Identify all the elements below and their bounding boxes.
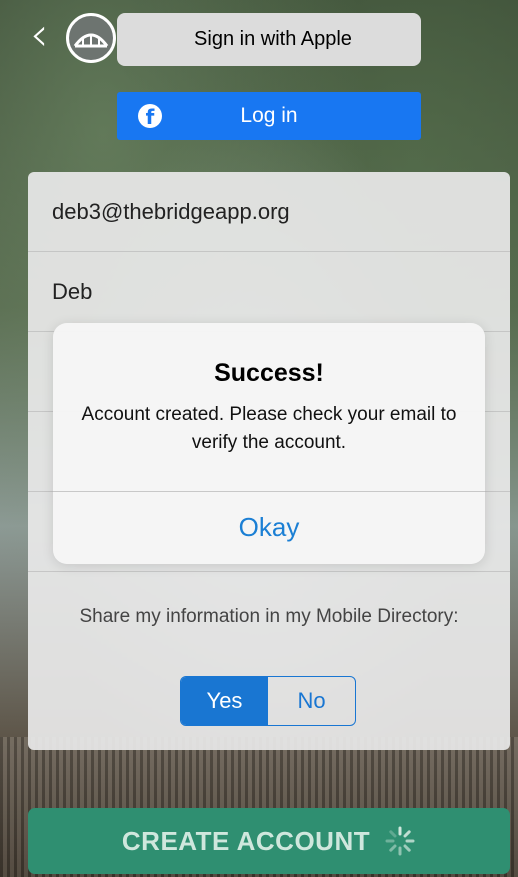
alert-message: Account created. Please check your email… xyxy=(81,404,457,453)
chevron-left-icon[interactable]: ‹ xyxy=(30,11,66,58)
share-directory-toggle[interactable]: Yes No xyxy=(180,676,356,726)
create-account-label: CREATE ACCOUNT xyxy=(121,825,371,856)
share-yes-option[interactable]: Yes xyxy=(181,677,268,725)
share-directory-label: Share my information in my Mobile Direct… xyxy=(79,606,459,627)
bridge-logo-icon xyxy=(66,13,116,63)
apple-button-label: Sign in with Apple xyxy=(194,28,352,50)
okay-button[interactable]: Okay xyxy=(53,492,485,564)
email-field[interactable]: deb3@thebridgeapp.org xyxy=(28,172,510,252)
sign-in-with-apple-button[interactable]: Sign in with Apple xyxy=(117,13,421,66)
first-name-field[interactable]: Deb xyxy=(28,252,510,332)
create-account-button[interactable]: CREATE ACCOUNT xyxy=(28,808,510,874)
first-name-value: Deb xyxy=(52,278,93,304)
loading-spinner-icon xyxy=(385,826,415,856)
facebook-button-label: Log in xyxy=(240,104,298,127)
share-no-option[interactable]: No xyxy=(268,677,355,725)
facebook-login-button[interactable]: f Log in xyxy=(117,92,421,140)
alert-title: Success! xyxy=(214,359,324,387)
email-value: deb3@thebridgeapp.org xyxy=(52,198,290,224)
success-alert: Success! Account created. Please check y… xyxy=(53,323,485,564)
